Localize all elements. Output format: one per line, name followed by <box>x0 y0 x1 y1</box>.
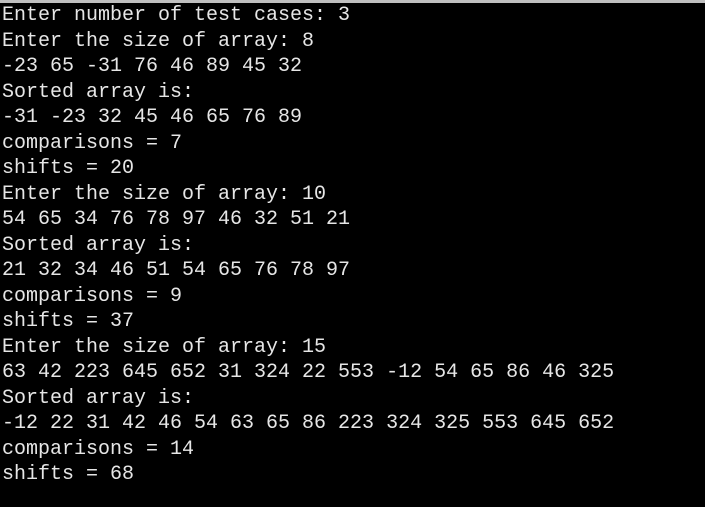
terminal-line: 63 42 223 645 652 31 324 22 553 -12 54 6… <box>2 361 615 384</box>
terminal-line: -31 -23 32 45 46 65 76 89 <box>2 106 303 129</box>
terminal-line: -12 22 31 42 46 54 63 65 86 223 324 325 … <box>2 412 615 435</box>
terminal-line: shifts = 68 <box>2 463 135 486</box>
terminal-line: shifts = 37 <box>2 310 135 333</box>
terminal-line: -23 65 -31 76 46 89 45 32 <box>2 55 303 78</box>
terminal-line: Sorted array is: <box>2 80 195 104</box>
terminal-line: Enter the size of array: 15 <box>2 335 327 359</box>
terminal-line: Sorted array is: <box>2 386 195 410</box>
terminal-line: Sorted array is: <box>2 233 195 257</box>
terminal-line: shifts = 20 <box>2 157 135 180</box>
terminal-line: Enter the size of array: 8 <box>2 29 315 53</box>
terminal-line: 54 65 34 76 78 97 46 32 51 21 <box>2 208 351 231</box>
terminal-line: comparisons = 14 <box>2 437 195 461</box>
terminal-line: comparisons = 7 <box>2 131 183 155</box>
terminal-line: Enter number of test cases: 3 <box>2 4 351 27</box>
terminal-line: comparisons = 9 <box>2 284 183 308</box>
terminal-line: Enter the size of array: 10 <box>2 182 327 206</box>
terminal-output[interactable]: Enter number of test cases: 3 Enter the … <box>0 3 705 507</box>
terminal-line: 21 32 34 46 51 54 65 76 78 97 <box>2 259 351 282</box>
